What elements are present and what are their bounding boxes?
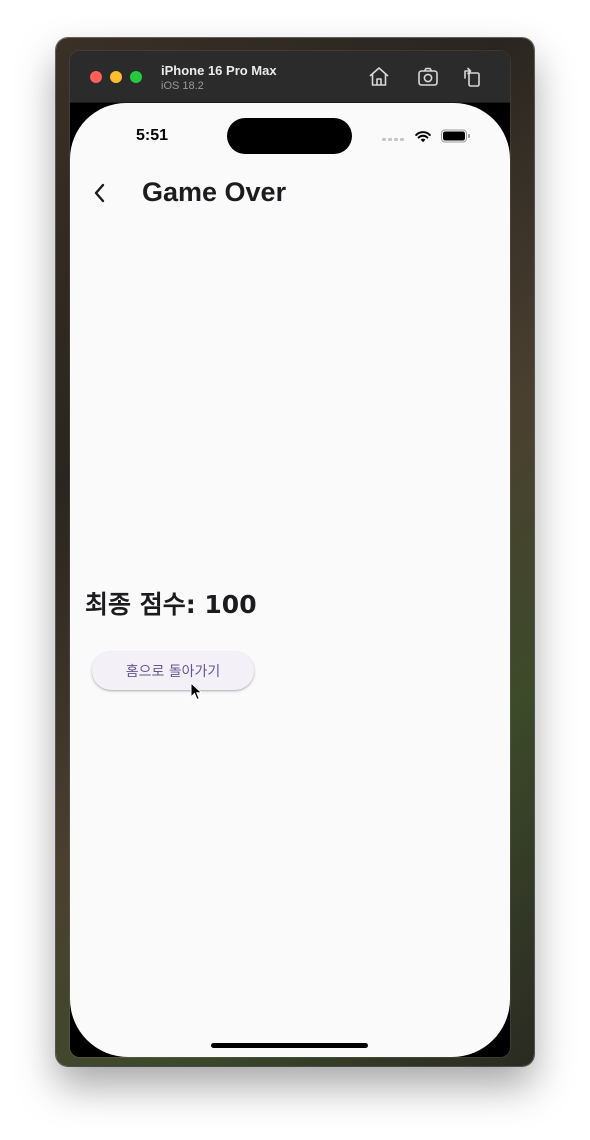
phone-body: 5:51 Game Over 최종 점수: 100 홈으로 돌아가기 [70,103,510,1057]
status-icons [382,129,471,143]
screenshot-icon[interactable] [416,65,440,89]
wifi-icon [415,131,431,143]
final-score-text: 최종 점수: 100 [85,590,257,619]
simulator-frame: iPhone 16 Pro Max iOS 18.2 5:51 Game Ove… [70,51,510,1057]
chevron-left-icon[interactable] [88,181,112,205]
device-name: iPhone 16 Pro Max [161,63,277,78]
cellular-icon [382,137,404,141]
simulator-titlebar: iPhone 16 Pro Max iOS 18.2 [70,51,510,103]
rotate-icon[interactable] [460,65,484,89]
status-time: 5:51 [136,127,169,144]
mouse-cursor-icon [190,682,203,701]
simulator-window: iPhone 16 Pro Max iOS 18.2 5:51 Game Ove… [56,38,534,1066]
zoom-window-button[interactable] [130,71,142,83]
app-screen: 5:51 Game Over 최종 점수: 100 홈으로 돌아가기 [70,103,510,1057]
minimize-window-button[interactable] [110,71,122,83]
device-os-version: iOS 18.2 [161,80,204,92]
home-icon[interactable] [367,65,391,89]
go-home-button[interactable]: 홈으로 돌아가기 [92,652,254,690]
dynamic-island [227,118,352,154]
home-indicator[interactable] [211,1043,368,1048]
battery-icon [441,129,470,143]
close-window-button[interactable] [90,71,102,83]
page-title: Game Over [142,177,287,207]
